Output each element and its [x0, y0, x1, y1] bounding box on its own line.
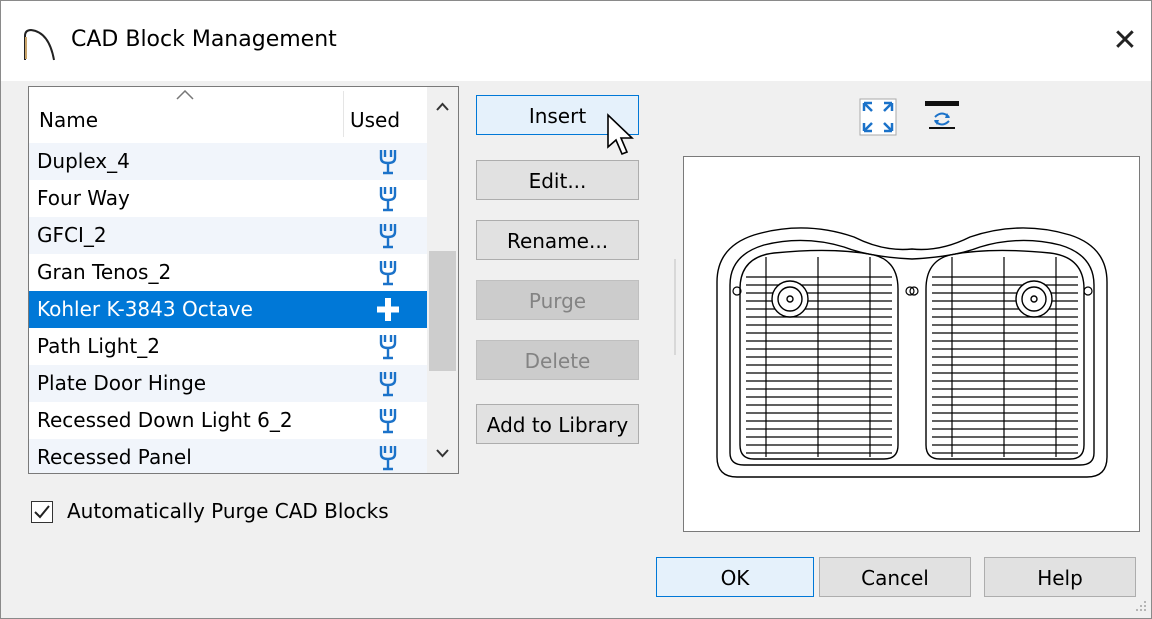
list-row[interactable]: Four Way: [29, 180, 427, 217]
edit-button[interactable]: Edit...: [476, 160, 639, 200]
list-row[interactable]: Recessed Panel: [29, 439, 427, 473]
block-name: GFCI_2: [37, 223, 107, 247]
list-row[interactable]: Recessed Down Light 6_2: [29, 402, 427, 439]
block-name: Path Light_2: [37, 334, 160, 358]
wrench-used-icon: [379, 409, 397, 434]
list-header: Name Used: [29, 87, 427, 139]
wrench-used-icon: [379, 150, 397, 175]
window-title: CAD Block Management: [71, 27, 337, 52]
cancel-button[interactable]: Cancel: [819, 557, 971, 597]
list-row[interactable]: Gran Tenos_2: [29, 254, 427, 291]
list-row[interactable]: Duplex_4: [29, 143, 427, 180]
block-name: Gran Tenos_2: [37, 260, 172, 284]
add-to-library-button[interactable]: Add to Library: [476, 404, 639, 444]
fit-view-icon[interactable]: [859, 98, 897, 136]
app-arc-icon: [24, 28, 55, 61]
cad-block-list[interactable]: Name Used Duplex_4 Four Way GFCI_2 Gran Ten…: [28, 86, 459, 474]
scroll-thumb[interactable]: [429, 251, 456, 371]
list-rows: Duplex_4 Four Way GFCI_2 Gran Tenos_2 Kohler…: [29, 143, 427, 473]
help-button[interactable]: Help: [984, 557, 1136, 597]
column-header-used[interactable]: Used: [350, 108, 400, 132]
block-name: Recessed Panel: [37, 445, 192, 469]
resize-grip-icon[interactable]: [1131, 598, 1149, 616]
block-name: Recessed Down Light 6_2: [37, 408, 293, 432]
delete-button[interactable]: Delete: [476, 340, 639, 380]
auto-purge-checkbox[interactable]: [31, 501, 53, 523]
list-row[interactable]: Kohler K-3843 Octave: [29, 291, 427, 328]
rotate-view-icon[interactable]: [923, 97, 961, 135]
plus-unused-icon: [377, 298, 399, 321]
list-row[interactable]: Plate Door Hinge: [29, 365, 427, 402]
scroll-down-arrow-icon[interactable]: [427, 433, 458, 473]
block-name: Kohler K-3843 Octave: [37, 297, 253, 321]
purge-button[interactable]: Purge: [476, 280, 639, 320]
scroll-up-arrow-icon[interactable]: [427, 87, 458, 127]
checkmark-icon: [34, 505, 50, 519]
ok-button[interactable]: OK: [656, 557, 814, 597]
double-sink-drawing: [716, 227, 1108, 478]
wrench-used-icon: [379, 372, 397, 397]
block-name: Four Way: [37, 186, 130, 210]
vertical-scrollbar[interactable]: [427, 87, 458, 473]
list-row[interactable]: GFCI_2: [29, 217, 427, 254]
block-name: Duplex_4: [37, 149, 130, 173]
column-divider[interactable]: [343, 91, 344, 137]
auto-purge-label[interactable]: Automatically Purge CAD Blocks: [67, 499, 389, 523]
block-name: Plate Door Hinge: [37, 371, 207, 395]
rename-button[interactable]: Rename...: [476, 220, 639, 260]
mouse-cursor-icon: [607, 113, 634, 156]
sort-ascending-icon: [176, 90, 194, 100]
wrench-used-icon: [379, 187, 397, 212]
column-header-name[interactable]: Name: [39, 108, 98, 132]
block-preview-pane: [683, 156, 1140, 532]
title-bar: CAD Block Management ✕: [1, 1, 1151, 81]
pane-splitter[interactable]: [674, 259, 676, 355]
wrench-used-icon: [379, 335, 397, 360]
cad-block-management-dialog: CAD Block Management ✕ Name Used Duplex_…: [0, 0, 1152, 619]
close-button[interactable]: ✕: [1105, 21, 1145, 61]
wrench-used-icon: [379, 261, 397, 286]
wrench-used-icon: [379, 446, 397, 471]
list-row[interactable]: Path Light_2: [29, 328, 427, 365]
wrench-used-icon: [379, 224, 397, 249]
